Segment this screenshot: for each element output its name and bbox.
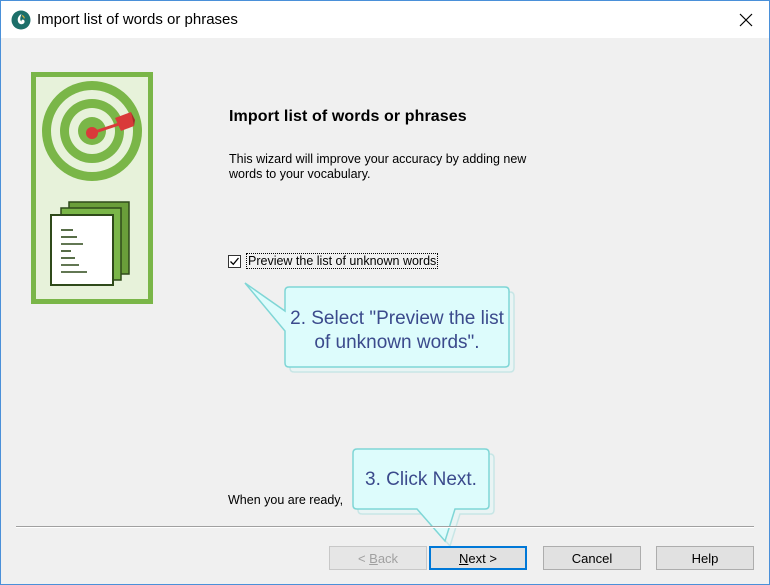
cancel-button[interactable]: Cancel (543, 546, 641, 570)
callout-bubble (352, 448, 495, 548)
callout-click-next-text: 3. Click Next. (365, 469, 477, 490)
next-button[interactable]: Next > (429, 546, 527, 570)
callout-line-1: 2. Select "Preview the list (290, 308, 504, 329)
target-documents-icon (31, 72, 153, 304)
next-accel: N (459, 550, 469, 566)
separator (16, 526, 754, 528)
back-rest: ack (377, 550, 399, 566)
page-description: This wizard will improve your accuracy b… (229, 152, 527, 181)
ready-text: When you are ready, (228, 493, 344, 507)
back-accel: B (369, 550, 378, 566)
back-button[interactable]: < Back (329, 546, 427, 570)
callout-line-2: of unknown words". (314, 332, 480, 353)
page-heading: Import list of words or phrases (229, 108, 467, 125)
checkbox-label[interactable]: Preview the list of unknown words (246, 253, 439, 269)
close-icon (739, 13, 753, 26)
preview-unknown-words-checkbox[interactable]: Preview the list of unknown words (228, 253, 439, 269)
title-bar: Import list of words or phrases (1, 1, 769, 38)
checkmark-icon (230, 257, 240, 265)
dialog-window: Import list of words or phrases Import l… (0, 0, 770, 585)
help-button[interactable]: Help (656, 546, 754, 570)
callout-click-next: 3. Click Next. (347, 448, 497, 549)
checkbox-box[interactable] (228, 254, 241, 268)
close-button[interactable] (723, 1, 769, 38)
callout-select-preview: 2. Select "Preview the list of unknown w… (241, 281, 521, 381)
next-rest: ext > (468, 550, 497, 566)
dragon-icon (11, 10, 31, 30)
callout-select-preview-text: 2. Select "Preview the list of unknown w… (285, 307, 509, 355)
window-title: Import list of words or phrases (37, 11, 238, 28)
back-prefix: < (357, 550, 370, 566)
